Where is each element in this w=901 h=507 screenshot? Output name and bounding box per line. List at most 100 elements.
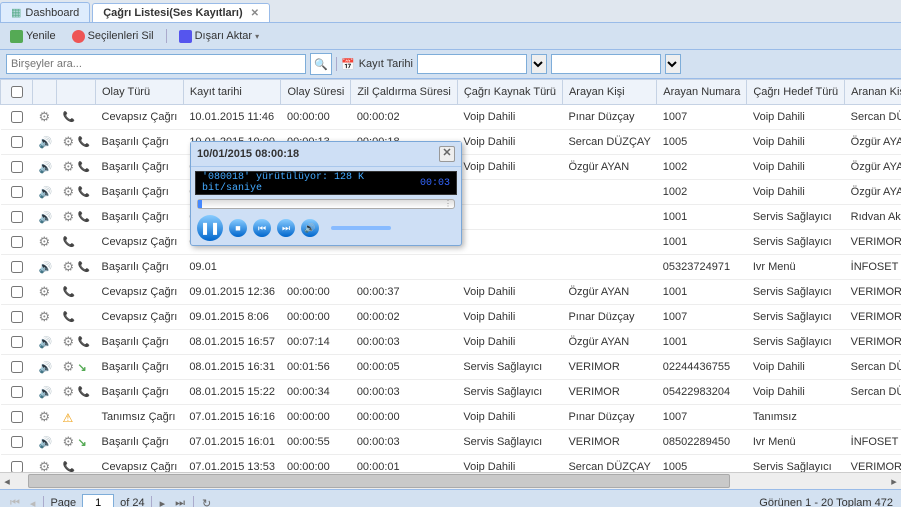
play-pause-button[interactable]: ❚❚ [197, 215, 223, 241]
prev-page-button[interactable]: ◂ [28, 497, 38, 507]
phone-g-icon [78, 336, 90, 348]
row-checkbox[interactable] [11, 211, 23, 223]
row-checkbox[interactable] [11, 386, 23, 398]
export-icon [179, 30, 192, 43]
column-header[interactable]: Aranan Kişi [845, 80, 901, 105]
first-page-button[interactable]: ⏮ [8, 497, 22, 507]
tab-dashboard[interactable]: ▦ Dashboard [0, 2, 90, 22]
close-icon[interactable]: ✕ [439, 146, 455, 162]
row-checkbox[interactable] [11, 186, 23, 198]
table-row[interactable]: Başarılı Çağrı08.01.2015 16:5700:07:1400… [1, 330, 901, 355]
volume-button[interactable]: 🔊 [301, 219, 319, 237]
column-header[interactable]: Zil Çaldırma Süresi [351, 80, 458, 105]
phone-r-icon [63, 111, 75, 123]
spk-icon [39, 186, 51, 198]
table-row[interactable]: Cevapsız Çağrı07.01.2015 13:5300:00:0000… [1, 455, 901, 473]
volume-slider[interactable] [331, 226, 391, 230]
date-from-picker[interactable] [531, 54, 547, 74]
table-row[interactable]: Başarılı Çağrı08.01.2015 15:2200:00:3400… [1, 380, 901, 405]
row-checkbox[interactable] [11, 236, 23, 248]
cell-dur: 00:00:00 [281, 105, 351, 130]
row-checkbox[interactable] [11, 461, 23, 472]
export-button[interactable]: Dışarı Aktar▾ [175, 29, 263, 44]
phone-r-icon [63, 286, 75, 298]
gear-icon [63, 211, 75, 223]
spk-icon [39, 161, 51, 173]
column-header[interactable]: Arayan Kişi [562, 80, 656, 105]
column-header[interactable]: Olay Süresi [281, 80, 351, 105]
table-row[interactable]: Tanımsız Çağrı07.01.2015 16:1600:00:0000… [1, 405, 901, 430]
scroll-thumb[interactable] [28, 474, 730, 488]
tab-call-list[interactable]: Çağrı Listesi(Ses Kayıtları) ✕ [92, 3, 270, 22]
table-row[interactable]: Cevapsız Çağrı10.01.2015 11:4600:00:0000… [1, 105, 901, 130]
last-page-button[interactable]: ⏭ [173, 497, 187, 507]
table-row[interactable]: Cevapsız Çağrı09.01.2015 8:0600:00:0000:… [1, 305, 901, 330]
cell-caller: Sercan DÜZÇAY [562, 455, 656, 473]
cell-callee: İNFOSET SYS [845, 255, 901, 280]
cell-ring: 00:00:03 [351, 430, 458, 455]
row-checkbox[interactable] [11, 436, 23, 448]
table-row[interactable]: Cevapsız Çağrı09.01.2015 12:3600:00:0000… [1, 280, 901, 305]
cell-ring: 00:00:03 [351, 380, 458, 405]
search-input[interactable] [6, 54, 306, 74]
pager: ⏮ ◂ Page of 24 ▸ ⏭ ↻ Görünen 1 - 20 Topl… [0, 489, 901, 507]
next-page-button[interactable]: ▸ [158, 497, 168, 507]
horizontal-scrollbar[interactable]: ◂ ▸ [0, 472, 901, 489]
select-all-checkbox[interactable] [11, 86, 23, 98]
delete-selected-button[interactable]: Seçilenleri Sil [68, 29, 158, 44]
column-header[interactable] [33, 80, 57, 105]
cell-ring: 00:00:37 [351, 280, 458, 305]
table-row[interactable]: Başarılı Çağrı08.01.2015 16:3100:01:5600… [1, 355, 901, 380]
column-header[interactable]: Olay Türü [96, 80, 184, 105]
cell-callee: VERIMOR [845, 330, 901, 355]
scroll-left-icon[interactable]: ◂ [0, 475, 14, 488]
column-header[interactable]: Çağrı Kaynak Türü [457, 80, 562, 105]
pager-status: Görünen 1 - 20 Toplam 472 [759, 497, 893, 507]
column-header[interactable] [1, 80, 33, 105]
calendar-icon: 📅 [341, 58, 355, 71]
row-checkbox[interactable] [11, 411, 23, 423]
table-row[interactable]: Başarılı Çağrı07.01.2015 16:0100:00:5500… [1, 430, 901, 455]
gear-icon [39, 236, 51, 248]
player-status: '080018' yürütülüyor: 128 K bit/saniye [202, 172, 420, 194]
seek-bar[interactable]: ⋮ [197, 199, 455, 209]
refresh-button[interactable]: Yenile [6, 29, 60, 44]
column-header[interactable]: Arayan Numara [657, 80, 747, 105]
cell-callee: VERIMOR [845, 230, 901, 255]
row-checkbox[interactable] [11, 261, 23, 273]
row-checkbox[interactable] [11, 136, 23, 148]
cell-dst: Voip Dahili [747, 130, 845, 155]
cell-dst: Ivr Menü [747, 255, 845, 280]
close-icon[interactable]: ✕ [251, 8, 259, 19]
date-to-picker[interactable] [665, 54, 681, 74]
cell-callee: VERIMOR [845, 280, 901, 305]
gear-icon [63, 186, 75, 198]
scroll-right-icon[interactable]: ▸ [887, 475, 901, 488]
table-row[interactable]: Başarılı Çağrı09.0105323724971Ivr MenüİN… [1, 255, 901, 280]
column-header[interactable]: Kayıt tarihi [183, 80, 281, 105]
cell-src: Voip Dahili [457, 105, 562, 130]
prev-button[interactable]: ⏮ [253, 219, 271, 237]
row-checkbox[interactable] [11, 361, 23, 373]
column-header[interactable]: Çağrı Hedef Türü [747, 80, 845, 105]
search-button[interactable]: 🔍 [310, 53, 332, 75]
row-checkbox[interactable] [11, 161, 23, 173]
gear-icon [39, 111, 51, 123]
refresh-button[interactable]: ↻ [200, 497, 213, 507]
page-label: Page [50, 497, 76, 507]
cell-type: Cevapsız Çağrı [96, 280, 184, 305]
row-checkbox[interactable] [11, 336, 23, 348]
cell-src: Servis Sağlayıcı [457, 430, 562, 455]
row-checkbox[interactable] [11, 111, 23, 123]
stop-button[interactable]: ■ [229, 219, 247, 237]
column-header[interactable] [57, 80, 96, 105]
date-from-input[interactable] [417, 54, 527, 74]
next-button[interactable]: ⏭ [277, 219, 295, 237]
date-to-input[interactable] [551, 54, 661, 74]
row-checkbox[interactable] [11, 286, 23, 298]
page-input[interactable] [82, 494, 114, 507]
cell-cnum: 05323724971 [657, 255, 747, 280]
cell-type: Cevapsız Çağrı [96, 305, 184, 330]
gear-icon [63, 361, 75, 373]
row-checkbox[interactable] [11, 311, 23, 323]
